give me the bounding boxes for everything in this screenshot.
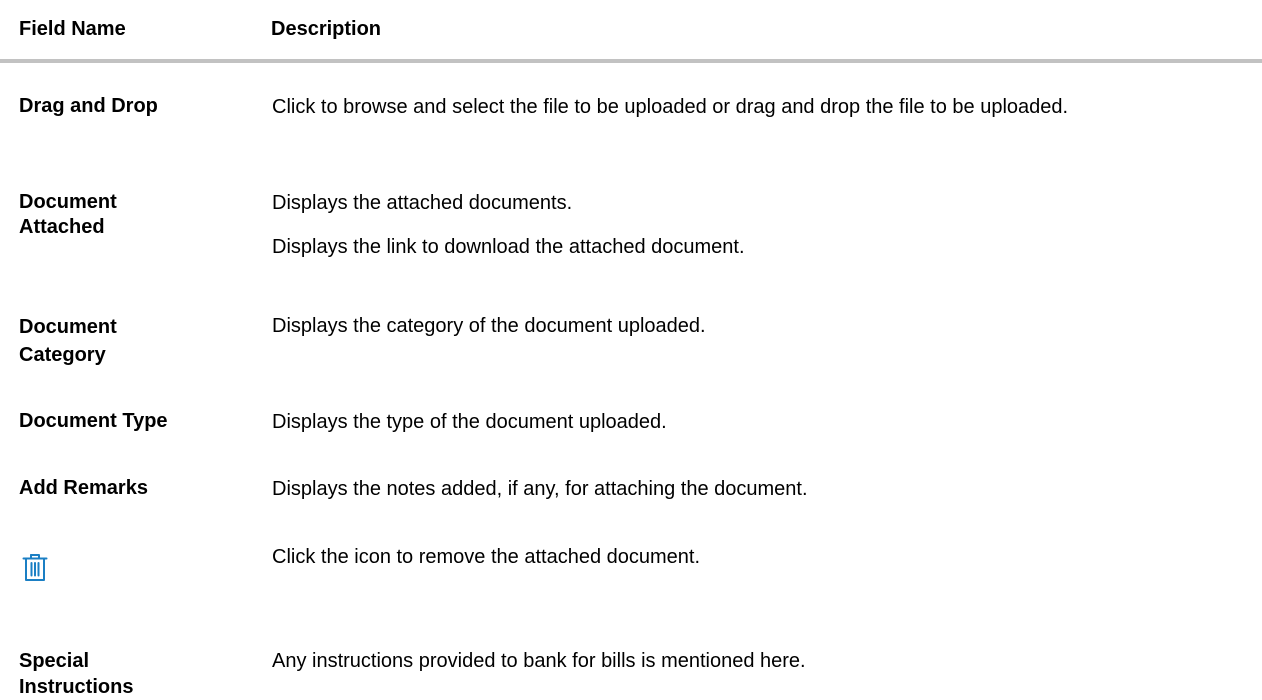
header-divider: [0, 59, 1262, 63]
field-description-table: Field Name Description Drag and Drop Cli…: [0, 0, 1262, 698]
field-description: Displays the attached documents. Display…: [272, 190, 1241, 260]
trash-icon: [22, 554, 48, 581]
field-description: Click the icon to remove the attached do…: [272, 544, 1241, 570]
description-text: Displays the type of the document upload…: [272, 411, 667, 433]
description-text: Displays the attached documents.: [272, 192, 573, 214]
field-name: Document Category: [19, 316, 117, 366]
field-name: Document Attached: [19, 191, 117, 238]
field-name: Document Type: [19, 410, 168, 432]
description-text: Click the icon to remove the attached do…: [272, 546, 701, 568]
table-header: Field Name Description: [0, 0, 1262, 60]
description-text: Displays the notes added, if any, for at…: [272, 478, 808, 500]
description-text: Any instructions provided to bank for bi…: [272, 650, 806, 672]
field-name: Add Remarks: [19, 477, 148, 499]
description-text: Click to browse and select the file to b…: [272, 96, 1069, 118]
field-name: Drag and Drop: [19, 95, 158, 117]
description-text: Displays the category of the document up…: [272, 315, 706, 337]
column-header-field-name: Field Name: [19, 18, 126, 40]
field-description: Displays the notes added, if any, for at…: [272, 476, 1241, 502]
field-description: Click to browse and select the file to b…: [272, 94, 1241, 120]
field-description: Any instructions provided to bank for bi…: [272, 648, 1241, 674]
description-text: Displays the link to download the attach…: [272, 236, 745, 258]
field-description: Displays the type of the document upload…: [272, 409, 1241, 435]
field-name: Special Instructions: [19, 650, 134, 698]
column-header-description: Description: [271, 18, 382, 40]
table-row: Click the icon to remove the attached do…: [0, 544, 1262, 594]
field-description: Displays the category of the document up…: [272, 313, 1241, 339]
